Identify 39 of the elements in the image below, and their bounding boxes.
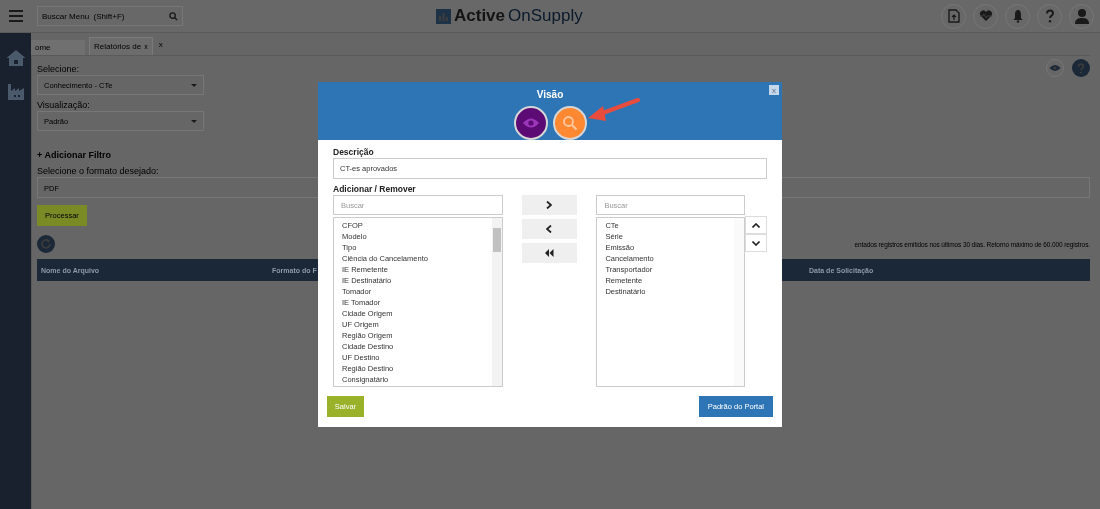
logo-text: OnSupply [508, 6, 583, 26]
chevron-right-icon [546, 201, 553, 209]
scrollbar[interactable] [734, 218, 744, 386]
arrow-icon [586, 97, 640, 123]
user-avatar-icon[interactable] [1069, 3, 1094, 29]
tab[interactable]: ome [31, 40, 85, 55]
menu-icon[interactable] [9, 10, 23, 22]
help-icon[interactable] [1072, 59, 1090, 77]
chevron-down-icon [752, 240, 760, 246]
heart-pulse-icon[interactable] [973, 3, 998, 29]
help-icon[interactable] [1037, 3, 1062, 29]
menu-search-field[interactable]: Buscar Menu (Shift+F) [37, 6, 183, 26]
home-icon[interactable] [5, 49, 26, 67]
upload-file-icon[interactable] [941, 3, 966, 29]
add-filter-link[interactable]: + Adicionar Filtro [37, 150, 111, 160]
move-all-left-button[interactable] [521, 243, 578, 263]
bell-icon[interactable] [1005, 3, 1030, 29]
field-label: Visualização: [37, 100, 90, 110]
close-tabs-button[interactable]: x [158, 39, 163, 49]
field-label: Descrição [333, 147, 375, 157]
scrollbar[interactable] [491, 218, 502, 386]
search-icon [169, 12, 178, 21]
chevron-left-icon [546, 225, 553, 233]
tab-label: ome [35, 43, 51, 52]
move-right-button[interactable] [521, 195, 578, 215]
logo-text: Active [454, 6, 506, 26]
factory-icon[interactable] [6, 83, 25, 101]
logo-icon [436, 8, 451, 24]
field-label: Selecione o formato desejado: [37, 166, 159, 176]
double-left-icon [544, 249, 554, 257]
refresh-icon[interactable] [37, 235, 55, 253]
move-up-button[interactable] [745, 216, 767, 234]
close-button[interactable]: x [769, 85, 779, 95]
move-down-button[interactable] [745, 234, 767, 252]
tab-label: Relatórios de [94, 42, 142, 51]
dialog-title: Visão [536, 89, 564, 100]
field-label: Adicionar / Remover [333, 184, 417, 194]
chevron-up-icon [752, 222, 760, 228]
field-label: Selecione: [37, 64, 80, 74]
